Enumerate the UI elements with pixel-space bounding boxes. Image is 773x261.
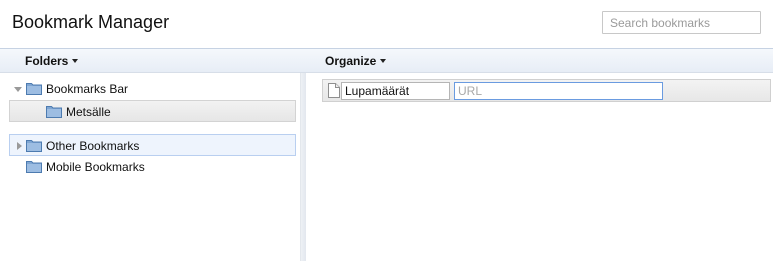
caret-down-icon	[380, 59, 387, 63]
organize-menu-button[interactable]: Organize	[325, 54, 387, 68]
bookmark-edit-row	[322, 79, 771, 102]
header: Bookmark Manager	[0, 0, 773, 48]
expand-arrow-icon[interactable]	[14, 87, 22, 92]
bookmark-name-input[interactable]	[341, 82, 450, 100]
folders-menu-button[interactable]: Folders	[25, 54, 79, 68]
folder-tree: Bookmarks Bar Metsälle Other Bookmarks M…	[0, 73, 300, 261]
folder-icon	[26, 83, 42, 95]
page-title: Bookmark Manager	[12, 12, 170, 32]
search-input[interactable]	[602, 11, 761, 34]
tree-item-label: Bookmarks Bar	[46, 82, 129, 96]
caret-down-icon	[72, 59, 79, 63]
folder-icon	[26, 161, 42, 173]
tree-item-label: Other Bookmarks	[46, 139, 140, 153]
folders-menu-label: Folders	[25, 54, 69, 68]
tree-item-bookmarks-bar[interactable]: Bookmarks Bar	[8, 78, 296, 100]
tree-item-other-bookmarks[interactable]: Other Bookmarks	[9, 134, 296, 156]
tree-item-label: Metsälle	[66, 105, 111, 119]
tree-item-metsalle[interactable]: Metsälle	[9, 100, 296, 122]
bookmark-url-input[interactable]	[454, 82, 663, 100]
organize-menu-label: Organize	[325, 54, 377, 68]
tree-item-label: Mobile Bookmarks	[46, 160, 145, 174]
expand-arrow-icon[interactable]	[17, 142, 22, 150]
toolbar: Folders Organize	[0, 48, 773, 73]
folder-icon	[46, 106, 62, 118]
folder-icon	[26, 140, 42, 152]
tree-item-mobile-bookmarks[interactable]: Mobile Bookmarks	[9, 156, 296, 178]
bookmark-list	[306, 73, 773, 261]
page-icon	[328, 83, 340, 98]
